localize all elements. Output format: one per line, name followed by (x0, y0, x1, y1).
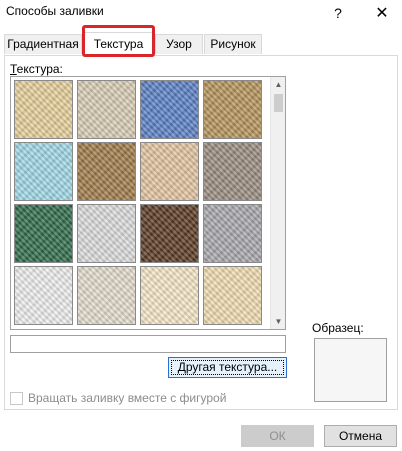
texture-tile-white-marble[interactable] (77, 204, 136, 263)
texture-tile-green-marble[interactable] (14, 204, 73, 263)
tab-strip: Градиентная Текстура Узор Рисунок (0, 32, 402, 56)
scroll-thumb[interactable] (274, 94, 283, 112)
other-texture-button[interactable]: Другая текстура... (168, 357, 287, 378)
texture-tile-fish-fossil[interactable] (140, 142, 199, 201)
sample-label: Образец: (312, 321, 364, 335)
help-button[interactable]: ? (318, 0, 358, 26)
texture-label: Текстура: (10, 62, 63, 76)
gallery-scrollbar[interactable]: ▲ ▼ (270, 77, 285, 329)
texture-tile-papyrus[interactable] (14, 80, 73, 139)
other-texture-mnemonic: Д (177, 360, 186, 374)
tab-texture[interactable]: Текстура (83, 32, 154, 56)
rotate-with-shape-label: Вращать заливку вместе с фигурой (28, 391, 227, 405)
cancel-button[interactable]: Отмена (324, 425, 397, 447)
texture-tile-woven-mat[interactable] (203, 80, 262, 139)
texture-tile-stationery[interactable] (203, 266, 262, 325)
scroll-down-arrow-icon[interactable]: ▼ (271, 314, 285, 329)
tab-picture[interactable]: Рисунок (204, 34, 262, 54)
texture-tile-canvas[interactable] (77, 80, 136, 139)
rotate-with-shape-checkbox[interactable] (10, 391, 23, 405)
texture-label-rest: екстура: (16, 62, 63, 76)
texture-tile-granite[interactable] (203, 204, 262, 263)
texture-tile-sand[interactable] (203, 142, 262, 201)
other-texture-label: ругая текстура... (185, 360, 278, 374)
ok-button[interactable]: ОК (241, 425, 314, 447)
scroll-up-arrow-icon[interactable]: ▲ (271, 77, 285, 92)
texture-tile-brown-marble[interactable] (140, 204, 199, 263)
dialog-title: Способы заливки (6, 4, 104, 18)
close-button[interactable]: ✕ (362, 0, 402, 26)
texture-tile-recycled-paper[interactable] (77, 266, 136, 325)
tab-pattern[interactable]: Узор (155, 34, 203, 54)
tab-gradient[interactable]: Градиентная (4, 34, 82, 54)
texture-tile-parchment[interactable] (140, 266, 199, 325)
rotate-with-shape-option[interactable]: Вращать заливку вместе с фигурой (10, 390, 226, 406)
sample-preview (314, 338, 387, 402)
texture-label-mnemonic: Т (10, 62, 17, 76)
texture-name-field (10, 335, 286, 353)
texture-tile-denim[interactable] (140, 80, 199, 139)
title-bar: Способы заливки ? ✕ (0, 0, 402, 28)
texture-tile-paper-bag[interactable] (77, 142, 136, 201)
texture-gallery[interactable]: ▲ ▼ (10, 76, 286, 330)
texture-tile-newsprint[interactable] (14, 266, 73, 325)
texture-tile-water-droplets[interactable] (14, 142, 73, 201)
